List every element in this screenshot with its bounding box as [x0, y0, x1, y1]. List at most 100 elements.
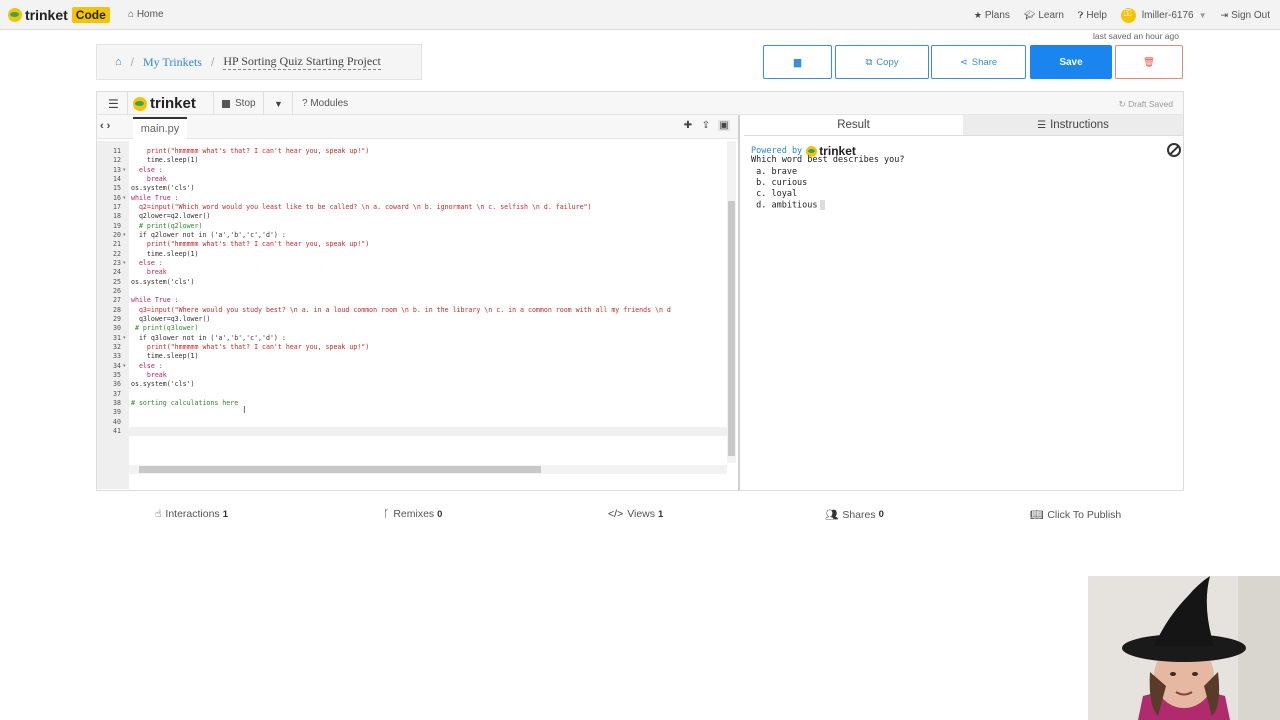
fold-arrow-icon[interactable]: ▾ — [123, 363, 126, 369]
trinket-panel: ☰ trinket Stop ▼ ? Modules ↻ Draft Saved… — [96, 91, 1184, 491]
line-number: 11 — [113, 147, 121, 155]
publish-link[interactable]: 📖︎ Click To Publish — [1030, 508, 1122, 522]
trinket-logo-icon — [133, 96, 147, 111]
delete-button[interactable]: 🗑︎ — [1115, 45, 1183, 79]
code-line: break — [131, 174, 167, 183]
nav-right-menu: ★Plans 🎓︎Learn ❓︎Help lmiller-6176 ▼ ⇥Sig… — [974, 0, 1270, 30]
console-last-line[interactable]: d. ambitious — [751, 200, 825, 211]
modules-label: Modules — [310, 98, 349, 109]
line-number: 15 — [113, 184, 121, 193]
line-number: 28 — [113, 305, 121, 314]
code-line: else : — [131, 165, 163, 174]
trinket-toolbar: ☰ trinket Stop ▼ ? Modules ↻ Draft Saved — [97, 92, 1183, 115]
tab-result[interactable]: Result — [744, 115, 963, 136]
fold-arrow-icon[interactable]: ▾ — [123, 195, 126, 201]
stat-shares[interactable]: 👥︎ Shares 0 — [825, 508, 884, 522]
stop-label: Stop — [235, 98, 256, 109]
code-area[interactable]: print("hmmmmm what's that? I can't hear … — [129, 141, 727, 463]
stop-button[interactable]: Stop — [222, 98, 256, 109]
line-number: 14 — [113, 174, 121, 183]
user-menu[interactable]: lmiller-6176 ▼ — [1120, 7, 1207, 23]
stat-interactions[interactable]: ☝︎ Interactions 1 — [155, 508, 228, 520]
book-icon: 📖︎ — [1030, 509, 1044, 521]
save-button[interactable]: Save — [1030, 45, 1112, 79]
horizontal-scrollbar[interactable] — [129, 465, 727, 474]
modules-button[interactable]: ? Modules — [302, 98, 348, 109]
copy-button[interactable]: ⧉ Copy — [835, 45, 929, 79]
console-line: Which word best describes you? — [751, 155, 905, 165]
code-line: q2lower=q2.lower() — [131, 212, 211, 221]
stat-interactions-count: 1 — [222, 508, 228, 520]
code-line: else : — [131, 258, 163, 267]
code-editor: ‹› main.py ✚ ⇪ ▣ 11 12 13 ▾ 14 15 16 ▾ 17 18 19 20 ▾… — [97, 115, 740, 491]
tab-instructions[interactable]: ☰ Instructions — [963, 115, 1183, 136]
code-line: break — [131, 268, 167, 277]
line-number: 40 — [113, 417, 121, 426]
line-number: 16 — [113, 193, 121, 202]
upload-icon[interactable]: ⇪ — [700, 120, 712, 131]
share-icon: ⋖ — [959, 56, 968, 68]
code-line: if q2lower not in ('a','b','c','d') : — [131, 230, 286, 239]
nav-signout-label: Sign Out — [1231, 9, 1270, 21]
vertical-scrollbar[interactable] — [727, 141, 736, 463]
stat-interactions-label: Interactions — [165, 508, 220, 520]
share-button[interactable]: ⋖ Share — [931, 45, 1026, 79]
code-line: else : — [131, 361, 163, 370]
image-icon[interactable]: ▣ — [718, 120, 730, 131]
run-options-caret-icon[interactable]: ▼ — [274, 99, 283, 109]
users-icon: 👥︎ — [825, 509, 839, 521]
trinket-code-logo[interactable]: trinket Code — [8, 6, 110, 24]
fold-arrow-icon[interactable]: ▾ — [123, 232, 126, 238]
stat-views[interactable]: </> Views 1 — [608, 508, 663, 520]
breadcrumb-separator: / — [130, 55, 134, 69]
vertical-scroll-thumb[interactable] — [728, 201, 735, 456]
console-input-cursor — [819, 200, 825, 210]
nav-learn-link[interactable]: 🎓︎ Learn — [1024, 10, 1064, 21]
nav-signout-link[interactable]: ⇥ Sign Out — [1221, 10, 1270, 21]
home-icon: ⌂ — [128, 9, 135, 20]
list-icon: ☰ — [1037, 119, 1047, 131]
line-number: 19 — [113, 221, 121, 230]
fold-arrow-icon[interactable]: ▾ — [123, 260, 126, 266]
user-avatar-icon — [1120, 7, 1136, 23]
output-tabs: Result ☰ Instructions — [744, 115, 1183, 136]
code-line: os.system('cls') — [131, 277, 195, 286]
folder-button[interactable]: ▆ — [763, 45, 832, 79]
toolbar-divider — [213, 92, 214, 115]
code-line: os.system('cls') — [131, 184, 195, 193]
stat-views-label: Views — [627, 508, 656, 520]
nav-plans-link[interactable]: ★ Plans — [974, 10, 1010, 21]
menu-hamburger-icon[interactable]: ☰ — [108, 97, 119, 111]
code-line: time.sleep(1) — [131, 352, 199, 361]
console-line: b. curious — [751, 178, 808, 188]
breadcrumb-my-trinkets[interactable]: My Trinkets — [143, 55, 202, 70]
presenter-witch-hat-image — [1088, 576, 1280, 720]
code-icon: </> — [608, 508, 624, 520]
breadcrumb: ⌂ / My Trinkets / HP Sorting Quiz Starti… — [96, 44, 422, 80]
line-number: 38 — [113, 398, 121, 407]
user-name: lmiller-6176 — [1141, 9, 1194, 21]
publish-label: Click To Publish — [1047, 508, 1122, 521]
code-line: # print(q2lower) — [131, 221, 203, 230]
chevron-left-right-icon[interactable]: ‹› — [100, 120, 113, 132]
save-label: Save — [1059, 56, 1083, 68]
breadcrumb-home-icon[interactable]: ⌂ — [115, 56, 122, 68]
question-icon: ? — [302, 98, 308, 109]
nav-help-link[interactable]: ❓︎ Help — [1078, 10, 1107, 21]
stat-shares-label: Shares — [842, 508, 876, 521]
line-number: 33 — [113, 352, 121, 361]
line-number: 39 — [113, 408, 121, 417]
line-number: 21 — [113, 240, 121, 249]
nav-home-link[interactable]: ⌂ Home — [128, 9, 164, 20]
horizontal-scroll-thumb[interactable] — [139, 466, 541, 473]
code-line: q3=input("Where would you study best? \n… — [131, 305, 671, 314]
toolbar-logo-text: trinket — [150, 95, 196, 112]
stat-shares-count: 0 — [878, 509, 884, 520]
stat-remixes[interactable]: ᚴ Remixes 0 — [383, 508, 442, 520]
add-file-icon[interactable]: ✚ — [682, 120, 694, 131]
fold-arrow-icon[interactable]: ▾ — [123, 335, 126, 341]
clear-output-icon[interactable] — [1167, 143, 1181, 157]
project-title[interactable]: HP Sorting Quiz Starting Project — [223, 54, 381, 70]
fold-arrow-icon[interactable]: ▾ — [123, 167, 126, 173]
file-tab-main[interactable]: main.py — [133, 117, 187, 139]
